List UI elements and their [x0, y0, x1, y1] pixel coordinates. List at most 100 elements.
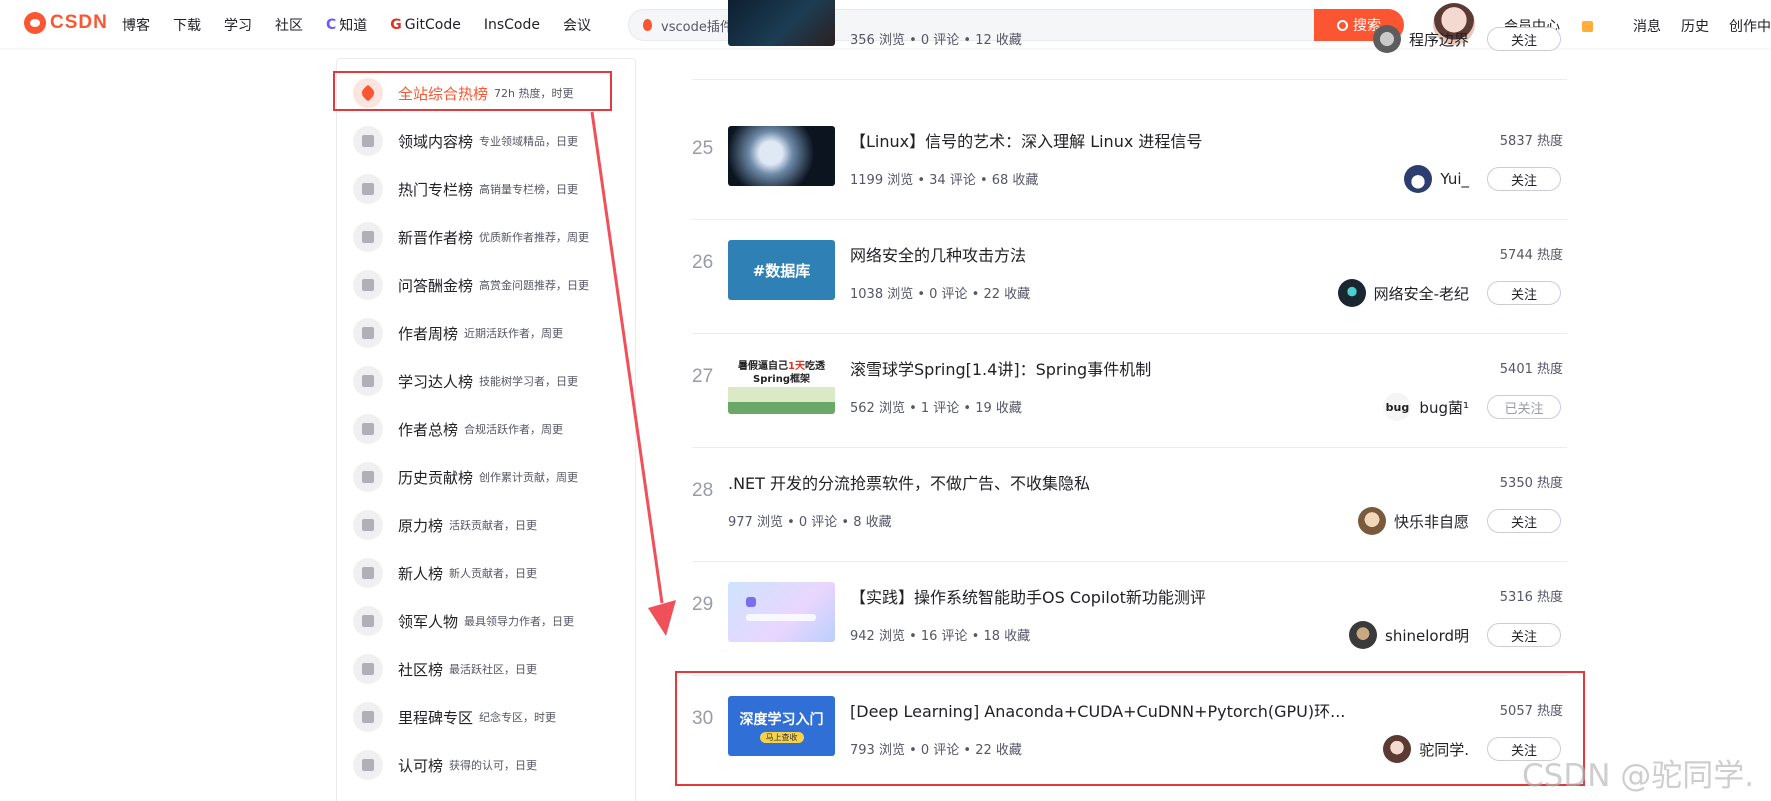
- article-stats: 562 浏览 • 1 评论 • 19 收藏: [850, 401, 1022, 416]
- nav-label: GitCode: [404, 17, 461, 33]
- csdn-logo-icon: [24, 12, 46, 34]
- author[interactable]: 程序边界: [1372, 25, 1469, 53]
- author[interactable]: bug bug菌¹: [1383, 393, 1469, 421]
- sidebar-item-desc: 合规活跃作者，周更: [464, 423, 564, 436]
- author-avatar[interactable]: [1404, 165, 1433, 193]
- article-thumbnail[interactable]: 暑假逼自己1天吃透 Spring框架: [728, 354, 835, 414]
- heat-score: 5316 热度: [1499, 590, 1563, 605]
- list-item[interactable]: 27 暑假逼自己1天吃透 Spring框架 滚雪球学Spring[1.4讲]：S…: [692, 334, 1567, 448]
- nav-item-blog[interactable]: 博客: [122, 15, 150, 35]
- author-name: Yui_: [1440, 170, 1469, 188]
- sidebar-item-desc: 获得的认可，日更: [449, 759, 538, 772]
- sidebar-item-desc: 创作累计贡献，周更: [479, 471, 579, 484]
- nav-item-download[interactable]: 下载: [173, 15, 201, 35]
- rank-number: 27: [692, 366, 714, 387]
- sidebar-item-name: 领域内容榜: [398, 132, 474, 151]
- article-thumbnail[interactable]: [728, 0, 835, 46]
- article-title[interactable]: 滚雪球学Spring[1.4讲]：Spring事件机制: [850, 356, 1151, 380]
- sidebar-item-column[interactable]: 热门专栏榜 高销量专栏榜，日更: [353, 172, 621, 206]
- csdn-logo[interactable]: CSDN: [24, 12, 108, 34]
- follow-button[interactable]: 关注: [1487, 281, 1561, 305]
- leader-icon: [353, 606, 383, 636]
- rank-number: 25: [692, 138, 714, 159]
- heat-score: 5744 热度: [1499, 248, 1563, 263]
- follow-button[interactable]: 关注: [1487, 167, 1561, 191]
- article-title[interactable]: 【Linux】信号的艺术：深入理解 Linux 进程信号: [850, 128, 1202, 152]
- sidebar-item-desc: 优质新作者推荐，周更: [479, 231, 590, 244]
- nav-item-community[interactable]: 社区: [275, 15, 303, 35]
- article-thumbnail[interactable]: #数据库: [728, 240, 835, 300]
- nav-item-meeting[interactable]: 会议: [563, 15, 591, 35]
- bookmark-icon: [353, 174, 383, 204]
- article-stats: 1199 浏览 • 34 评论 • 68 收藏: [850, 173, 1039, 188]
- nav-item-cknow[interactable]: C 知道: [326, 15, 367, 35]
- author[interactable]: 网络安全-老纪: [1337, 279, 1469, 307]
- medal-icon: [353, 366, 383, 396]
- nav-item-learn[interactable]: 学习: [224, 15, 252, 35]
- author-name: 快乐非自愿: [1393, 512, 1469, 531]
- author[interactable]: 快乐非自愿: [1357, 507, 1469, 535]
- follow-button[interactable]: 关注: [1487, 27, 1561, 51]
- list-item[interactable]: 29 【实践】操作系统智能助手OS Copilot新功能测评 5316 热度 9…: [692, 562, 1567, 676]
- author-name: 程序边界: [1408, 30, 1469, 49]
- author-avatar[interactable]: [1357, 507, 1386, 535]
- author[interactable]: Yui_: [1404, 165, 1469, 193]
- code-icon: [353, 126, 383, 156]
- sidebar-item-approval[interactable]: 认可榜 获得的认可，日更: [353, 748, 621, 782]
- sidebar-item-history-contribution[interactable]: 历史贡献榜 创作累计贡献，周更: [353, 460, 621, 494]
- gitcode-icon: G: [390, 17, 402, 33]
- sidebar-item-qa-reward[interactable]: 问答酬金榜 高赏金问题推荐，日更: [353, 268, 621, 302]
- creator-center-link[interactable]: 创作中心: [1729, 16, 1771, 36]
- sidebar-item-domain[interactable]: 领域内容榜 专业领域精品，日更: [353, 124, 621, 158]
- thumbnail-text: Spring框架: [753, 374, 810, 385]
- sidebar-item-community[interactable]: 社区榜 最活跃社区，日更: [353, 652, 621, 686]
- sidebar-item-author-weekly[interactable]: 作者周榜 近期活跃作者，周更: [353, 316, 621, 350]
- nav-item-gitcode[interactable]: G GitCode: [390, 15, 461, 35]
- article-thumbnail[interactable]: [728, 126, 835, 186]
- rank-number: 26: [692, 252, 714, 273]
- sidebar-item-desc: 高销量专栏榜，日更: [479, 183, 579, 196]
- heat-score: 5401 热度: [1499, 362, 1563, 377]
- article-thumbnail[interactable]: [728, 582, 835, 642]
- list-item[interactable]: 25 【Linux】信号的艺术：深入理解 Linux 进程信号 5837 热度 …: [692, 106, 1567, 220]
- list-item[interactable]: 26 #数据库 网络安全的几种攻击方法 5744 热度 1038 浏览 • 0 …: [692, 220, 1567, 334]
- follow-button[interactable]: 关注: [1487, 623, 1561, 647]
- sidebar-item-desc: 纪念专区，时更: [479, 711, 557, 724]
- sidebar-item-name: 认可榜: [398, 756, 444, 775]
- nav-label: 知道: [339, 18, 368, 34]
- sidebar-item-name: 热门专栏榜: [398, 180, 474, 199]
- sidebar-item-leader[interactable]: 领军人物 最具领导力作者，日更: [353, 604, 621, 638]
- author-avatar[interactable]: [1337, 279, 1366, 307]
- thumbnail-text: #数据库: [752, 261, 811, 280]
- follow-button[interactable]: 关注: [1487, 509, 1561, 533]
- sidebar-item-name: 新晋作者榜: [398, 228, 474, 247]
- author-avatar[interactable]: bug: [1383, 393, 1412, 421]
- article-title[interactable]: 【实践】操作系统智能助手OS Copilot新功能测评: [850, 584, 1206, 608]
- sidebar-item-name: 原力榜: [398, 516, 444, 535]
- sidebar-item-desc: 高赏金问题推荐，日更: [479, 279, 590, 292]
- article-title[interactable]: 网络安全的几种攻击方法: [850, 242, 1026, 266]
- sidebar-item-newcomer[interactable]: 新人榜 新人贡献者，日更: [353, 556, 621, 590]
- sidebar-item-desc: 近期活跃作者，周更: [464, 327, 564, 340]
- article-stats: 1038 浏览 • 0 评论 • 22 收藏: [850, 287, 1031, 302]
- article-title[interactable]: .NET 开发的分流抢票软件，不做广告、不收集隐私: [728, 470, 1090, 494]
- history-link[interactable]: 历史: [1681, 16, 1709, 36]
- list-item[interactable]: 28 .NET 开发的分流抢票软件，不做广告、不收集隐私 5350 热度 977…: [692, 448, 1567, 562]
- sidebar-item-name: 新人榜: [398, 564, 444, 583]
- list-item[interactable]: 356 浏览 • 0 评论 • 12 收藏 程序边界 关注: [692, 0, 1567, 80]
- nav-item-inscode[interactable]: InsCode: [484, 15, 540, 35]
- author-avatar[interactable]: [1372, 25, 1401, 53]
- sidebar-item-milestone[interactable]: 里程碑专区 纪念专区，时更: [353, 700, 621, 734]
- sidebar-item-new-author[interactable]: 新晋作者榜 优质新作者推荐，周更: [353, 220, 621, 254]
- sidebar-item-name: 社区榜: [398, 660, 444, 679]
- author-avatar[interactable]: [1349, 621, 1377, 649]
- podium-icon: [353, 462, 383, 492]
- messages-link[interactable]: 消息: [1633, 16, 1661, 36]
- sidebar-item-learner[interactable]: 学习达人榜 技能树学习者，日更: [353, 364, 621, 398]
- author[interactable]: shinelord明: [1349, 621, 1469, 649]
- sidebar-item-force[interactable]: 原力榜 活跃贡献者，日更: [353, 508, 621, 542]
- sidebar-item-author-total[interactable]: 作者总榜 合规活跃作者，周更: [353, 412, 621, 446]
- sidebar-item-name: 历史贡献榜: [398, 468, 474, 487]
- followed-button[interactable]: 已关注: [1487, 395, 1561, 419]
- heat-score: 5837 热度: [1499, 134, 1563, 149]
